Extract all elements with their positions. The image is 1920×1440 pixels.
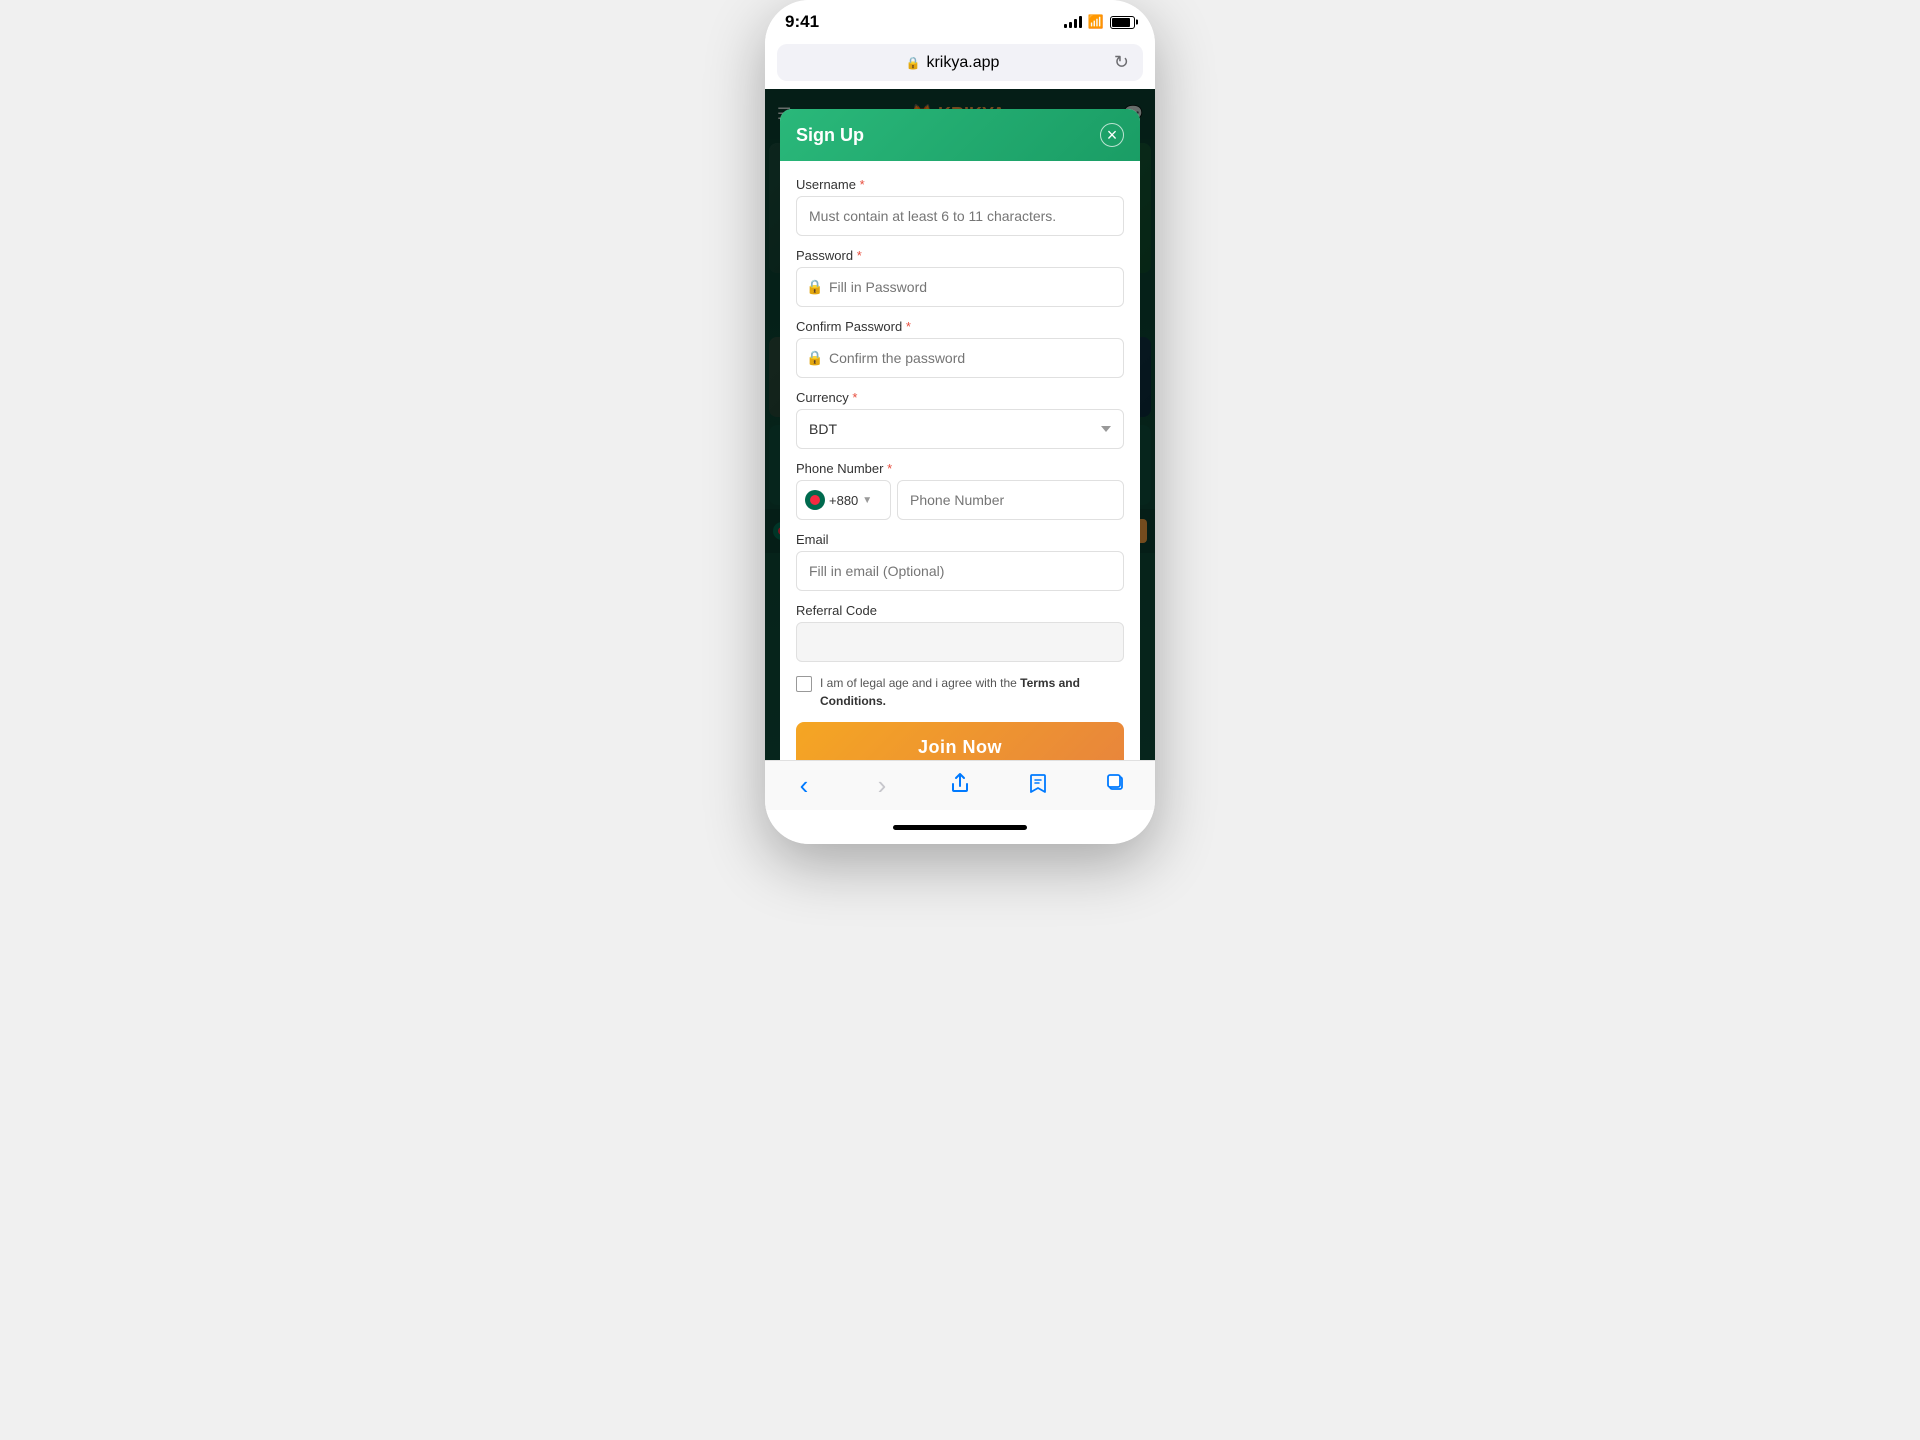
join-now-button[interactable]: Join Now [796, 722, 1124, 760]
username-group: Username * [796, 177, 1124, 236]
terms-text-before: I am of legal age and i agree with the [820, 676, 1020, 690]
forward-button[interactable]: › [860, 764, 904, 808]
battery-icon [1110, 16, 1135, 29]
phone-number-input[interactable] [897, 480, 1124, 520]
modal-title: Sign Up [796, 125, 864, 146]
email-label: Email [796, 532, 1124, 547]
back-icon: ‹ [800, 770, 809, 801]
currency-group: Currency * BDT USD EUR [796, 390, 1124, 449]
phone-dropdown-arrow-icon: ▼ [862, 495, 872, 506]
home-indicator [765, 810, 1155, 844]
phone-number-label: Phone Number * [796, 461, 1124, 476]
confirm-password-label: Confirm Password * [796, 319, 1124, 334]
currency-select[interactable]: BDT USD EUR [796, 409, 1124, 449]
status-bar: 9:41 📶 [765, 0, 1155, 44]
currency-label-form: Currency * [796, 390, 1124, 405]
phone-required: * [883, 461, 892, 476]
signup-modal: Sign Up × Username * Passw [780, 109, 1140, 760]
modal-header: Sign Up × [780, 109, 1140, 161]
tabs-icon [1105, 772, 1127, 799]
username-required: * [856, 177, 865, 192]
back-button[interactable]: ‹ [782, 764, 826, 808]
modal-close-button[interactable]: × [1100, 123, 1124, 147]
url-text: krikya.app [926, 54, 999, 72]
status-time: 9:41 [785, 12, 819, 32]
username-input[interactable] [796, 196, 1124, 236]
modal-overlay: Sign Up × Username * Passw [765, 89, 1155, 760]
terms-checkbox[interactable] [796, 676, 812, 692]
bookmark-icon [1027, 772, 1049, 799]
password-lock-icon: 🔒 [806, 279, 823, 296]
email-group: Email [796, 532, 1124, 591]
tabs-button[interactable] [1094, 764, 1138, 808]
refresh-icon[interactable]: ↻ [1114, 52, 1129, 73]
password-input-wrapper: 🔒 [796, 267, 1124, 307]
phone-country-select[interactable]: +880 ▼ [796, 480, 891, 520]
referral-code-group: Referral Code [796, 603, 1124, 662]
confirm-password-input-wrapper: 🔒 [796, 338, 1124, 378]
referral-code-label: Referral Code [796, 603, 1124, 618]
modal-body: Username * Password * 🔒 [780, 161, 1140, 760]
url-bar[interactable]: 🔒 krikya.app ↻ [777, 44, 1143, 81]
bookmark-button[interactable] [1016, 764, 1060, 808]
terms-row: I am of legal age and i agree with the T… [796, 674, 1124, 710]
signal-icon [1064, 16, 1082, 28]
username-label: Username * [796, 177, 1124, 192]
lock-icon: 🔒 [906, 56, 921, 70]
currency-required: * [849, 390, 858, 405]
referral-code-input[interactable] [796, 622, 1124, 662]
password-input[interactable] [796, 267, 1124, 307]
confirm-password-required: * [902, 319, 911, 334]
password-required: * [853, 248, 862, 263]
home-indicator-bar [893, 825, 1027, 830]
confirm-lock-icon: 🔒 [806, 350, 823, 367]
country-code: +880 [829, 493, 858, 508]
browser-content: ☰ 🦊 KRIKYA 💬 REFERRAL REFERRAL 1,000,000… [765, 89, 1155, 760]
phone-row: +880 ▼ [796, 480, 1124, 520]
terms-text: I am of legal age and i agree with the T… [820, 674, 1124, 710]
phone-number-group: Phone Number * +880 ▼ [796, 461, 1124, 520]
bottom-toolbar: ‹ › [765, 760, 1155, 810]
confirm-password-input[interactable] [796, 338, 1124, 378]
forward-icon: › [878, 770, 887, 801]
confirm-password-group: Confirm Password * 🔒 [796, 319, 1124, 378]
status-icons: 📶 [1064, 14, 1135, 30]
share-button[interactable] [938, 764, 982, 808]
wifi-icon: 📶 [1088, 14, 1104, 30]
bangladesh-flag [805, 490, 825, 510]
password-group: Password * 🔒 [796, 248, 1124, 307]
password-label: Password * [796, 248, 1124, 263]
email-input[interactable] [796, 551, 1124, 591]
share-icon [949, 772, 971, 799]
